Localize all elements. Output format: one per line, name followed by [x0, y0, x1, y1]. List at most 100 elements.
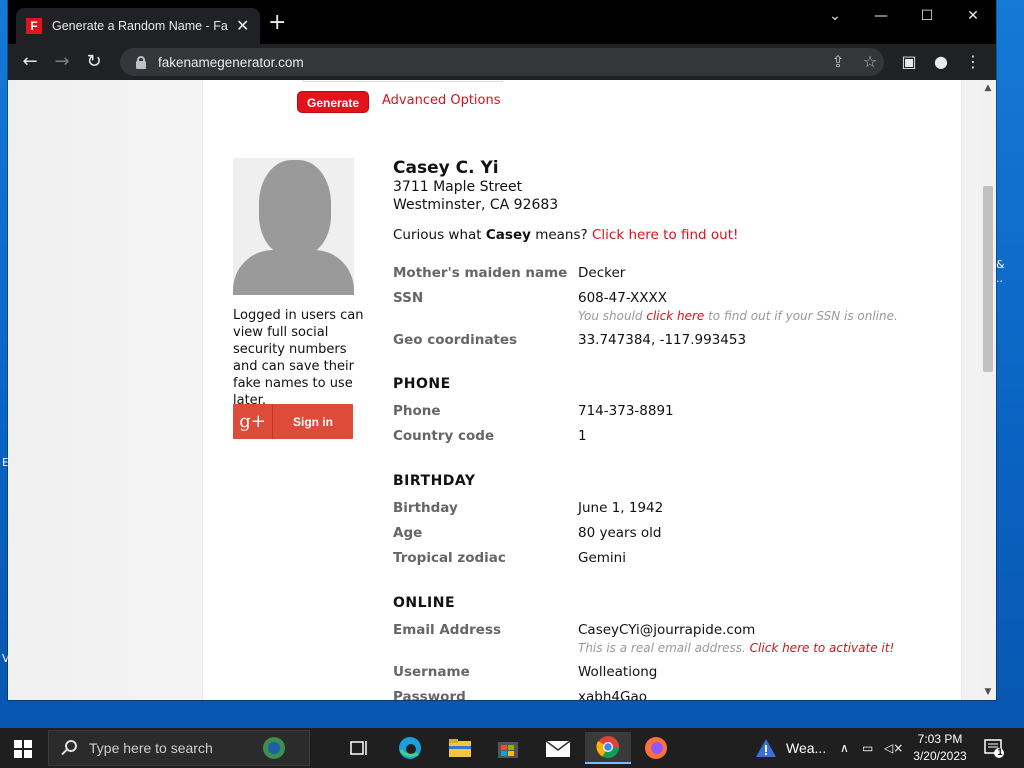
- ssn-value: 608-47-XXXX: [578, 290, 668, 306]
- scroll-down-icon[interactable]: ▼: [980, 684, 996, 700]
- menu-kebab-icon[interactable]: ⋮: [962, 51, 984, 73]
- google-signin-button[interactable]: g+ Sign in: [233, 404, 353, 439]
- activate-email-link[interactable]: Click here to activate it!: [750, 641, 895, 655]
- login-note: Logged in users can view full social sec…: [233, 308, 364, 408]
- name-meaning-link[interactable]: Click here to find out!: [592, 227, 738, 243]
- age-value: 80 years old: [578, 525, 662, 541]
- zodiac-label: Tropical zodiac: [393, 550, 506, 566]
- page-content: Generate Advanced Options Logged in user…: [202, 80, 962, 700]
- google-plus-icon: g+: [233, 404, 273, 439]
- geo-label: Geo coordinates: [393, 332, 518, 348]
- maximize-icon[interactable]: ☐: [904, 6, 950, 26]
- notification-count: 1: [997, 747, 1003, 757]
- weather-label[interactable]: Wea...: [786, 728, 826, 768]
- browser-tab[interactable]: F Generate a Random Name - Fake ✕: [16, 8, 260, 44]
- vertical-scrollbar[interactable]: ▲ ▼: [980, 80, 996, 700]
- address-line-1: 3711 Maple Street: [393, 179, 523, 195]
- ssn-label: SSN: [393, 290, 424, 306]
- desktop-text-fragment: ..: [996, 272, 1003, 285]
- file-explorer-icon[interactable]: [440, 732, 480, 764]
- show-hidden-icons-chevron-icon[interactable]: ∧: [840, 728, 849, 768]
- username-value: Wolleationg: [578, 664, 658, 680]
- mail-icon[interactable]: [538, 732, 578, 764]
- bookmark-star-icon[interactable]: ☆: [858, 48, 882, 76]
- birthday-label: Birthday: [393, 500, 458, 516]
- maiden-name-value: Decker: [578, 265, 626, 281]
- tab-search-chevron-icon[interactable]: ⌄: [812, 6, 858, 26]
- scroll-thumb[interactable]: [983, 186, 993, 372]
- ssn-check-link[interactable]: click here: [646, 309, 704, 323]
- password-label: Password: [393, 689, 466, 700]
- options-field-edge: [303, 80, 503, 82]
- curious-suffix: means?: [530, 227, 592, 243]
- person-name: Casey C. Yi: [393, 158, 499, 178]
- clock-time: 7:03 PM: [917, 732, 963, 746]
- minimize-icon[interactable]: —: [858, 6, 904, 26]
- password-value: xabh4Gao: [578, 689, 647, 700]
- profile-icon[interactable]: ●: [930, 51, 952, 73]
- side-panel-icon[interactable]: ▣: [898, 51, 920, 73]
- advanced-options-link[interactable]: Advanced Options: [382, 93, 501, 108]
- zodiac-value: Gemini: [578, 550, 626, 566]
- tab-title: Generate a Random Name - Fake: [52, 19, 228, 33]
- address-bar[interactable]: fakenamegenerator.com: [120, 48, 884, 76]
- url-text[interactable]: fakenamegenerator.com: [158, 55, 304, 70]
- address-line-2: Westminster, CA 92683: [393, 197, 559, 213]
- chrome-icon[interactable]: [585, 732, 631, 764]
- email-note: This is a real email address. Click here…: [578, 641, 894, 655]
- phone-section-title: PHONE: [393, 376, 451, 392]
- title-bar: F Generate a Random Name - Fake ✕ + ⌄ — …: [8, 0, 996, 44]
- new-tab-icon[interactable]: +: [268, 12, 286, 34]
- task-view-icon[interactable]: [340, 732, 380, 764]
- online-section-title: ONLINE: [393, 595, 456, 611]
- firefox-icon[interactable]: [636, 732, 676, 764]
- signin-label: Sign in: [293, 414, 333, 429]
- ssn-note-suffix: to find out if your SSN is online.: [704, 309, 898, 323]
- weather-warning-icon[interactable]: [752, 732, 780, 764]
- scroll-up-icon[interactable]: ▲: [980, 80, 996, 96]
- favicon-icon: F: [26, 18, 42, 34]
- page-right-margin: [962, 80, 980, 700]
- generate-button[interactable]: Generate: [297, 91, 369, 113]
- network-icon[interactable]: ▭: [862, 728, 873, 768]
- country-code-value: 1: [578, 428, 587, 444]
- forward-icon[interactable]: →: [51, 51, 73, 73]
- username-label: Username: [393, 664, 470, 680]
- search-highlight-icon[interactable]: [256, 732, 296, 764]
- desktop-text-fragment: &: [996, 258, 1005, 271]
- avatar: [233, 158, 354, 295]
- tab-close-icon[interactable]: ✕: [236, 18, 249, 34]
- email-label: Email Address: [393, 622, 502, 638]
- age-label: Age: [393, 525, 423, 541]
- page-left-margin: [8, 80, 202, 700]
- microsoft-store-icon[interactable]: [488, 732, 528, 764]
- curious-prefix: Curious what: [393, 227, 486, 243]
- close-window-icon[interactable]: ✕: [950, 6, 996, 26]
- phone-label: Phone: [393, 403, 441, 419]
- birthday-section-title: BIRTHDAY: [393, 473, 476, 489]
- edge-browser-icon[interactable]: [390, 732, 430, 764]
- share-icon[interactable]: ⇪: [826, 48, 850, 76]
- birthday-value: June 1, 1942: [578, 500, 664, 516]
- taskbar: Type here to search Wea... ∧ ▭ ◁× 7:03 P…: [0, 728, 1024, 768]
- email-value: CaseyCYi@jourrapide.com: [578, 622, 756, 638]
- country-code-label: Country code: [393, 428, 495, 444]
- back-icon[interactable]: ←: [19, 51, 41, 73]
- email-note-prefix: This is a real email address.: [578, 641, 750, 655]
- curious-name: Casey: [485, 227, 531, 243]
- volume-muted-icon[interactable]: ◁×: [884, 728, 903, 768]
- phone-value: 714-373-8891: [578, 403, 674, 419]
- name-meaning-line: Curious what Casey means? Click here to …: [393, 227, 738, 243]
- ssn-note: You should click here to find out if you…: [578, 309, 898, 323]
- reload-icon[interactable]: ↻: [83, 51, 105, 73]
- maiden-name-label: Mother's maiden name: [393, 265, 568, 281]
- system-clock[interactable]: 7:03 PM 3/20/2023: [906, 731, 974, 765]
- clock-date: 3/20/2023: [913, 749, 967, 763]
- search-icon: [61, 740, 77, 756]
- browser-toolbar: ← → ↻ fakenamegenerator.com ⇪ ☆ ▣ ● ⋮: [8, 44, 996, 80]
- windows-start-icon[interactable]: [14, 740, 32, 758]
- browser-window: F Generate a Random Name - Fake ✕ + ⌄ — …: [8, 0, 996, 700]
- ssn-note-prefix: You should: [578, 309, 647, 323]
- geo-coordinates-link[interactable]: 33.747384, -117.993453: [578, 332, 746, 348]
- lock-icon[interactable]: [134, 55, 148, 69]
